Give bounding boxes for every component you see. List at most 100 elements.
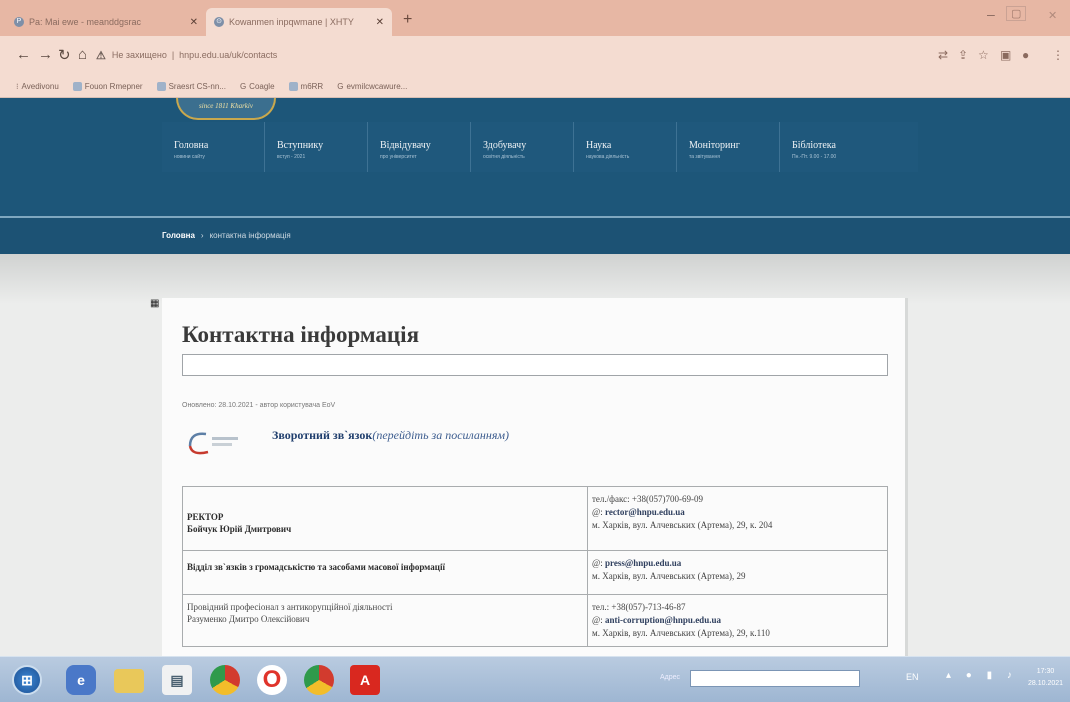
contact-details-cell: @: press@hnpu.edu.ua м. Харків, вул. Алч… (587, 550, 888, 595)
table-row: Провідний професіонал з антикорупційної … (182, 594, 888, 647)
home-icon[interactable]: ⌂ (78, 46, 87, 63)
menu-item-science[interactable]: Наука наукова діяльність (574, 122, 677, 172)
browser-tab[interactable]: P Pa: Mai ewe - meanddgsrac ✕ (6, 8, 206, 36)
content-input-box[interactable] (182, 354, 888, 376)
contact-position-cell: РЕКТОР Бойчук Юрій Дмитрович (182, 486, 588, 551)
reload-icon[interactable]: ↻ (58, 46, 71, 64)
bookmark-item[interactable]: Gevmilcwcawure... (337, 82, 407, 91)
feedback-logo-icon[interactable] (184, 428, 240, 458)
content-card: Контактна інформація Оновлено: 28.10.202… (162, 298, 908, 656)
contact-email-link[interactable]: anti-corruption@hnpu.edu.ua (605, 615, 721, 625)
language-indicator[interactable]: EN (906, 672, 919, 682)
forward-arrow-icon[interactable]: → (38, 46, 53, 63)
not-secure-warning-icon[interactable]: ⚠ (96, 49, 106, 62)
menu-dots-icon[interactable]: ⋮ (1052, 48, 1064, 62)
menu-item-monitoring[interactable]: Моніторинг та звітування (677, 122, 780, 172)
maximize-button[interactable]: ▢ (1006, 6, 1027, 21)
updated-note: Оновлено: 28.10.2021 - автор користувача… (182, 402, 336, 409)
windows-taskbar: ⊞ e ▤ O A Адрес EN ▴ ● ▮ ♪ 17:30 28.10.2… (0, 656, 1070, 702)
page-title: Контактна інформація (182, 322, 420, 347)
menu-item-student[interactable]: Здобувачу освітня діяльність (471, 122, 574, 172)
start-button[interactable]: ⊞ (12, 665, 42, 695)
bookmark-star-icon[interactable]: ☆ (978, 48, 989, 62)
contact-position: РЕКТОР (187, 512, 224, 522)
file-explorer-icon[interactable] (114, 669, 144, 693)
new-tab-button[interactable]: + (403, 11, 412, 29)
contact-email-line: @: press@hnpu.edu.ua (592, 558, 682, 568)
bookmarks-bar: ⁝ Avedivonu Fouon Rmepner Sraesrt CS-nn..… (0, 76, 1070, 98)
contact-position-cell: Провідний професіонал з антикорупційної … (182, 594, 588, 647)
qr-code-icon[interactable]: ▦ (150, 298, 160, 310)
menu-item-library[interactable]: Бібліотека Пн.-Пт. 9.00 - 17.00 (780, 122, 918, 172)
contact-position: Відділ зв`язків з громадськістю та засоб… (187, 562, 445, 572)
page-favicon-icon: P (14, 17, 24, 27)
menu-item-applicant[interactable]: Вступнику вступ - 2021 (265, 122, 368, 172)
google-icon: G (239, 82, 247, 91)
browser-tab-active[interactable]: ⊙ Kowanmen inpqwmane | XHTY ✕ (206, 8, 392, 36)
chrome-icon[interactable] (304, 665, 334, 695)
contact-position-cell: Відділ зв`язків з громадськістю та засоб… (182, 550, 588, 595)
translate-icon[interactable]: ⇄ (938, 48, 948, 62)
site-logo[interactable]: since 1811 Kharkiv (176, 98, 276, 120)
bookmark-icon (156, 82, 166, 91)
contact-details-cell: тел./факс: +38(057)700-69-09 @: rector@h… (587, 486, 888, 551)
contacts-table: РЕКТОР Бойчук Юрій Дмитрович тел./факс: … (182, 486, 888, 647)
address-bar[interactable]: ⚠ Не захищено | hnpu.edu.ua/uk/contacts (96, 44, 926, 66)
tab-close-icon[interactable]: ✕ (190, 17, 198, 28)
acrobat-icon[interactable]: A (350, 665, 380, 695)
tab-title: Pa: Mai ewe - meanddgsrac (29, 17, 142, 27)
contact-email-link[interactable]: press@hnpu.edu.ua (605, 558, 681, 568)
chrome-icon[interactable] (210, 665, 240, 695)
feedback-hint: (перейдіть за посиланням) (372, 428, 510, 442)
bookmark-item[interactable]: Fouon Rmepner (72, 82, 143, 91)
address-toolbar-input[interactable] (690, 670, 860, 687)
table-row: Відділ зв`язків з громадськістю та засоб… (182, 550, 888, 595)
minimize-button[interactable]: ‒ (987, 6, 995, 22)
breadcrumb-separator: › (200, 231, 204, 240)
contact-name: Бойчук Юрій Дмитрович (187, 524, 292, 534)
close-window-button[interactable]: ✕ (1048, 9, 1057, 22)
feedback-title: Зворотний зв`язок (272, 428, 373, 442)
profile-avatar-icon[interactable]: ● (1022, 48, 1029, 62)
web-page: since 1811 Kharkiv Головна новини сайту … (0, 98, 1070, 656)
breadcrumb-bar: Головна › контактна інформація (0, 216, 1070, 254)
tab-title: Kowanmen inpqwmane | XHTY (229, 17, 354, 27)
contact-email-line: @: rector@hnpu.edu.ua (592, 507, 685, 517)
browser-toolbar: ← → ↻ ⌂ ⚠ Не захищено | hnpu.edu.ua/uk/c… (0, 36, 1070, 76)
menu-item-visitor[interactable]: Відвідувачу про університет (368, 122, 471, 172)
bookmark-item[interactable]: Sraesrt CS-nn... (156, 82, 226, 91)
contact-phone: тел.: +38(057)-713-46-87 (592, 602, 686, 612)
document-app-icon[interactable]: ▤ (162, 665, 192, 695)
back-arrow-icon[interactable]: ← (16, 46, 31, 63)
extension-icon[interactable]: ▣ (1000, 48, 1011, 62)
tab-close-icon[interactable]: ✕ (376, 17, 384, 28)
bookmark-item[interactable]: G Coagle (240, 82, 275, 91)
main-menu: Головна новини сайту Вступнику вступ - 2… (162, 122, 918, 172)
breadcrumb: Головна › контактна інформація (162, 231, 291, 240)
bookmark-icon (288, 82, 298, 91)
clock[interactable]: 17:30 28.10.2021 (1028, 666, 1063, 690)
share-icon[interactable]: ⇪ (958, 48, 968, 62)
breadcrumb-current: контактна інформація (209, 231, 291, 240)
feedback-link[interactable]: Зворотний зв`язок(перейдіть за посилання… (272, 428, 509, 443)
bookmark-item[interactable]: ⁝ Avedivonu (16, 82, 59, 91)
contact-name: Разуменко Дмитро Олексійович (187, 614, 310, 624)
menu-item-home[interactable]: Головна новини сайту (162, 122, 265, 172)
system-tray-icons[interactable]: ▴ ● ▮ ♪ (946, 670, 1018, 681)
url-text: hnpu.edu.ua/uk/contacts (179, 50, 278, 60)
opera-icon[interactable]: O (257, 665, 287, 695)
page-favicon-icon: ⊙ (214, 17, 224, 27)
contact-address: м. Харків, вул. Алчевських (Артема), 29,… (592, 520, 773, 530)
page-background (0, 254, 1070, 304)
site-header: since 1811 Kharkiv Головна новини сайту … (0, 98, 1070, 216)
security-label: Не захищено (111, 50, 167, 60)
contact-address: м. Харків, вул. Алчевських (Артема), 29,… (592, 628, 770, 638)
contact-email-link[interactable]: rector@hnpu.edu.ua (605, 507, 685, 517)
address-toolbar-label: Адрес (660, 674, 681, 681)
browser-tab-bar: P Pa: Mai ewe - meanddgsrac ✕ ⊙ Kowanmen… (0, 0, 1070, 36)
ie-browser-icon[interactable]: e (66, 665, 96, 695)
table-row: РЕКТОР Бойчук Юрій Дмитрович тел./факс: … (182, 486, 888, 551)
breadcrumb-home-link[interactable]: Головна (162, 231, 195, 240)
bookmark-item[interactable]: m6RR (288, 82, 323, 91)
contact-address: м. Харків, вул. Алчевських (Артема), 29 (592, 571, 746, 581)
